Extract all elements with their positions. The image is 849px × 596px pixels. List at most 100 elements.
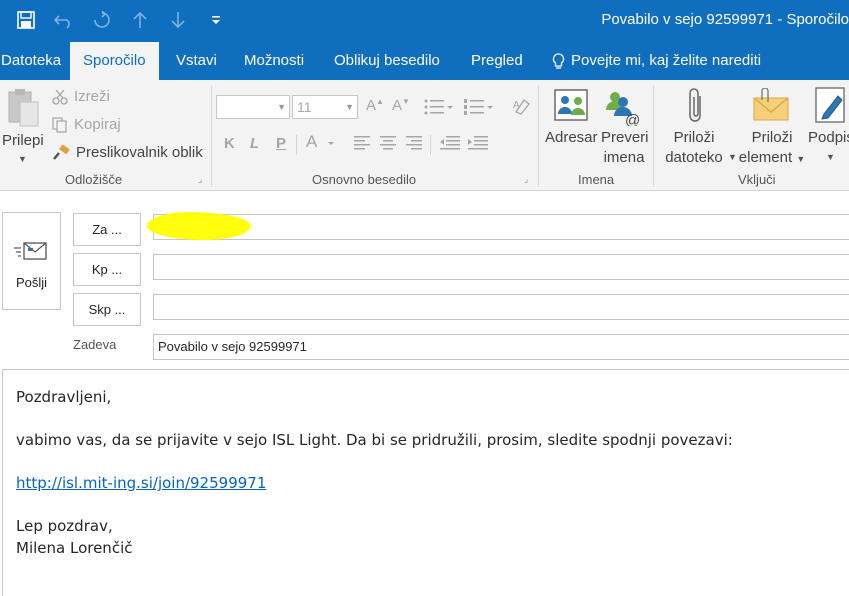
paperclip-icon (689, 88, 701, 122)
clear-formatting-icon[interactable]: A (512, 96, 532, 119)
check-names-icon: @ (606, 92, 640, 126)
address-book-label: Adresar (545, 129, 598, 146)
copy-button[interactable]: Kopiraj (52, 116, 121, 133)
to-button[interactable]: Za ... (73, 213, 141, 246)
highlight-marker (147, 212, 251, 240)
cut-button[interactable]: Izreži (52, 88, 110, 105)
grow-font-icon[interactable]: A▲ (366, 97, 384, 114)
bcc-field[interactable] (153, 294, 849, 320)
check-names-label: Preveri imena (601, 129, 649, 166)
numbering-icon[interactable] (464, 98, 494, 119)
tab-insert[interactable]: Vstavi (176, 42, 217, 80)
join-link[interactable]: http://isl.mit-ing.si/join/92599971 (16, 474, 266, 492)
paste-button[interactable]: Prilepi ▼ (0, 86, 46, 166)
format-painter-button[interactable]: Preslikovalnik oblik (52, 144, 203, 161)
message-body[interactable]: Pozdravljeni, vabimo vas, da se prijavit… (2, 369, 849, 596)
underline-button[interactable]: P (276, 135, 286, 152)
cc-field[interactable] (153, 254, 849, 280)
font-size-value: 11 (297, 99, 312, 115)
align-center-icon[interactable] (380, 136, 398, 153)
arrow-down-icon[interactable] (166, 8, 190, 32)
bcc-button[interactable]: Skp ... (73, 293, 141, 326)
include-group-label: Vključi (738, 172, 776, 187)
shrink-font-icon[interactable]: A▼ (392, 97, 410, 114)
group-basic-text: ▼ 11 ▼ A▲ A▼ A K L P A Osnovno besedilo … (212, 80, 538, 190)
subject-field[interactable]: Povabilo v sejo 92599971 (153, 334, 849, 360)
signature-label: Podpis (808, 129, 849, 146)
basic-text-launcher-icon[interactable]: ⌟ (524, 174, 528, 185)
body-closing: Lep pozdrav, (16, 517, 113, 535)
font-size-combo[interactable]: 11 ▼ (292, 95, 358, 119)
svg-text:A: A (513, 100, 520, 111)
cc-button[interactable]: Kp ... (73, 253, 141, 286)
chevron-down-icon: ▼ (277, 102, 286, 112)
group-clipboard: Prilepi ▼ Izreži Kopiraj Preslikovalnik … (0, 80, 211, 190)
ribbon: Prilepi ▼ Izreži Kopiraj Preslikovalnik … (0, 80, 849, 191)
lightbulb-icon (552, 52, 565, 69)
undo-icon[interactable] (52, 8, 76, 32)
tab-options[interactable]: Možnosti (244, 42, 304, 80)
body-signature: Milena Lorenčič (16, 539, 133, 557)
align-left-icon[interactable] (354, 136, 372, 153)
bold-button[interactable]: K (224, 135, 235, 152)
names-group-label: Imena (578, 172, 615, 187)
chevron-down-icon[interactable]: ▼ (796, 154, 805, 164)
clipboard-launcher-icon[interactable]: ⌟ (198, 174, 202, 185)
window-title: Povabilo v sejo 92599971 - Sporočilo (601, 11, 849, 28)
body-greeting: Pozdravljeni, (16, 388, 112, 406)
copy-label: Kopiraj (74, 116, 121, 133)
send-button[interactable]: Pošlji (2, 212, 61, 310)
address-book-button[interactable]: Adresar (543, 86, 599, 164)
tell-me-label: Povejte mi, kaj želite narediti (571, 52, 762, 69)
group-names: Adresar @ Preveri imena Imena (539, 80, 653, 190)
align-right-icon[interactable] (406, 136, 424, 153)
cut-label: Izreži (74, 88, 110, 105)
to-field[interactable] (153, 214, 849, 240)
tab-format-text[interactable]: Oblikuj besedilo (334, 42, 440, 80)
signature-button[interactable]: Podpis ▼ (808, 86, 849, 168)
clipboard-group-label: Odložišče (65, 172, 123, 187)
envelope-attach-icon (753, 88, 789, 121)
group-include: Priloži datoteko ▼ Priloži element ▼ Pod… (654, 80, 849, 190)
customize-qat-icon[interactable] (204, 8, 228, 32)
quick-access-toolbar (14, 8, 228, 32)
title-bar: Povabilo v sejo 92599971 - Sporočilo (0, 0, 849, 42)
paste-icon (8, 89, 39, 127)
attach-file-button[interactable]: Priloži datoteko ▼ (656, 86, 737, 168)
attach-item-button[interactable]: Priloži element ▼ (738, 86, 810, 168)
body-line: vabimo vas, da se prijavite v sejo ISL L… (16, 431, 733, 449)
svg-text:A: A (306, 132, 318, 151)
tab-file[interactable]: Datoteka (1, 42, 61, 80)
decrease-indent-icon[interactable] (440, 136, 460, 153)
increase-indent-icon[interactable] (468, 136, 488, 153)
format-painter-label: Preslikovalnik oblik (76, 144, 203, 161)
highlight-color-icon[interactable]: A (306, 132, 338, 157)
basic-text-group-label: Osnovno besedilo (312, 172, 417, 187)
address-book-icon (554, 89, 588, 121)
check-names-button[interactable]: @ Preveri imena (599, 86, 649, 166)
chevron-down-icon[interactable]: ▼ (728, 152, 737, 162)
send-icon (14, 242, 47, 260)
chevron-down-icon[interactable]: ▼ (826, 152, 835, 162)
font-name-combo[interactable]: ▼ (216, 95, 290, 119)
signature-icon (815, 87, 845, 123)
arrow-up-icon[interactable] (128, 8, 152, 32)
redo-icon[interactable] (90, 8, 114, 32)
subject-label: Zadeva (73, 337, 117, 352)
copy-icon (52, 116, 67, 133)
tab-message[interactable]: Sporočilo (70, 42, 159, 80)
chevron-down-icon: ▼ (345, 102, 354, 112)
italic-button[interactable]: L (250, 135, 259, 152)
tab-review[interactable]: Pregled (471, 42, 523, 80)
save-icon[interactable] (14, 8, 38, 32)
bullets-icon[interactable] (424, 98, 454, 119)
ribbon-tabs: Datoteka Sporočilo Vstavi Možnosti Oblik… (0, 42, 849, 80)
send-label: Pošlji (15, 275, 48, 290)
attach-file-label: Priloži datoteko (665, 129, 723, 166)
paste-dropdown-icon[interactable]: ▼ (18, 154, 27, 164)
scissors-icon (52, 89, 68, 105)
svg-text:@: @ (625, 112, 640, 126)
paintbrush-icon (53, 144, 70, 160)
paste-label: Prilepi (2, 132, 44, 149)
tell-me-box[interactable]: Povejte mi, kaj želite narediti (552, 42, 761, 80)
